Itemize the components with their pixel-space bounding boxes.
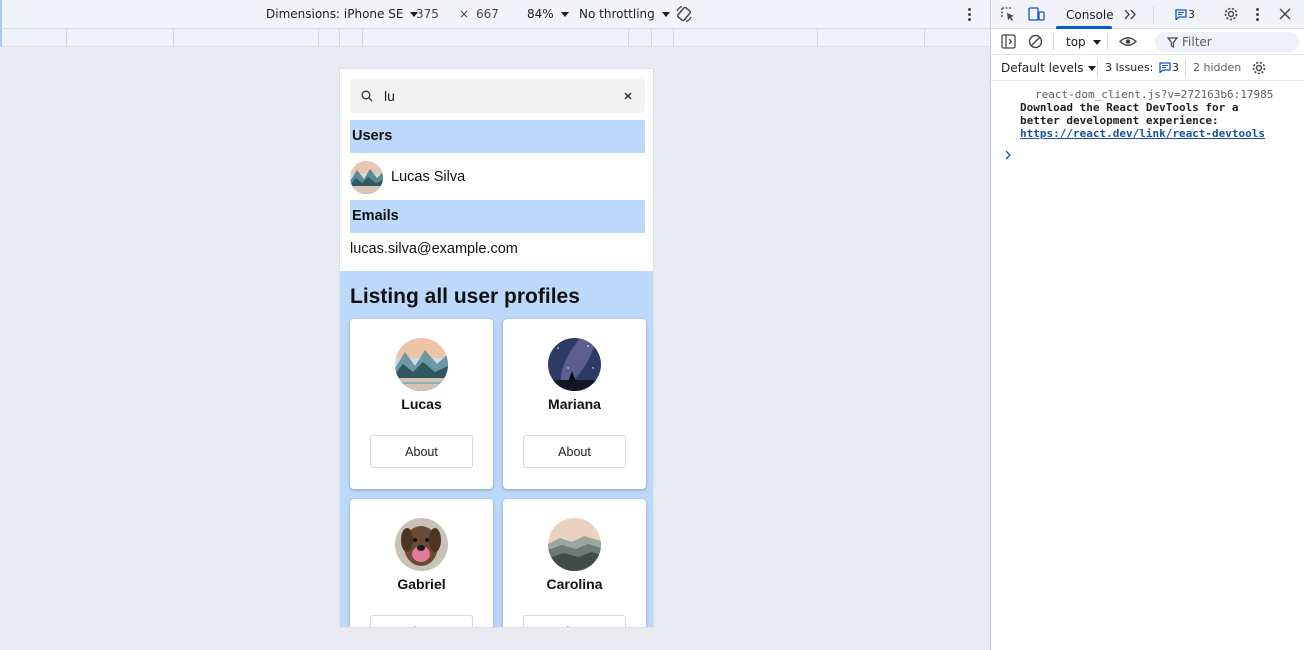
device-toggle-icon[interactable] (1028, 7, 1045, 22)
hidden-count: 2 hidden (1193, 61, 1242, 74)
ruler-tick[interactable] (628, 29, 629, 46)
levels-label: Default levels (1001, 61, 1084, 75)
levels-select[interactable]: Default levels (1001, 61, 1097, 75)
profiles-section: Listing all user profiles Lucas About Ma… (340, 271, 653, 627)
email-result-item[interactable]: lucas.silva@example.com (350, 241, 518, 257)
emails-section-header: Emails (350, 200, 645, 233)
rotate-icon[interactable] (675, 5, 693, 23)
dimension-separator: × (459, 7, 470, 21)
ruler-tick[interactable] (362, 29, 363, 46)
media-query-ruler (0, 29, 990, 47)
divider (1107, 34, 1108, 50)
chevron-down-icon (1092, 39, 1101, 45)
avatar (395, 338, 448, 391)
about-button[interactable]: About (523, 435, 626, 468)
viewport-height-input[interactable]: 667 (476, 7, 499, 21)
search-bar (350, 79, 645, 113)
ruler-tick[interactable] (924, 29, 925, 46)
gear-icon[interactable] (1223, 6, 1239, 22)
divider (1053, 34, 1054, 50)
divider (1153, 6, 1154, 23)
user-result-name: Lucas Silva (391, 169, 466, 185)
console-message-link[interactable]: https://react.dev/link/react-devtools (1020, 127, 1265, 140)
zoom-label: 84% (527, 7, 554, 21)
issues-icon[interactable] (1159, 62, 1171, 73)
more-tabs-icon[interactable] (1124, 9, 1137, 20)
device-dimensions-label: Dimensions: iPhone SE (266, 7, 404, 21)
avatar (395, 518, 448, 571)
divider (1097, 60, 1098, 76)
console-levels-bar: Default levels 3 Issues: 3 2 hidden (991, 55, 1304, 81)
throttling-select[interactable]: No throttling (579, 7, 670, 21)
tab-console[interactable]: Console (1066, 8, 1114, 22)
console-message-line: better development experience: (1020, 114, 1219, 127)
avatar (350, 160, 383, 194)
ruler-tick[interactable] (817, 29, 818, 46)
ruler-tick[interactable] (318, 29, 319, 46)
search-icon (361, 90, 373, 102)
avatar (548, 338, 601, 391)
page-title: Listing all user profiles (350, 285, 580, 308)
console-prompt-icon[interactable] (1004, 150, 1012, 160)
user-result-item[interactable]: Lucas Silva (350, 160, 465, 194)
chevron-down-icon (560, 11, 569, 17)
ruler-tick[interactable] (173, 29, 174, 46)
device-dimensions-select[interactable]: Dimensions: iPhone SE (266, 7, 419, 21)
clear-console-icon[interactable] (1028, 34, 1043, 49)
context-select[interactable]: top (1066, 35, 1101, 49)
device-toolbar: Dimensions: iPhone SE 375 × 667 84% No t… (0, 0, 990, 29)
gear-icon[interactable] (1251, 60, 1267, 76)
console-message-source[interactable]: react-dom_client.js?v=272163b6:17985 (1035, 88, 1273, 101)
console-toolbar: top Filter (991, 29, 1304, 55)
about-button[interactable]: About (370, 435, 473, 468)
inspect-element-icon[interactable] (1001, 7, 1016, 22)
profile-card: Carolina About (503, 499, 646, 627)
ruler-tick[interactable] (66, 29, 67, 46)
about-button[interactable]: About (370, 615, 473, 627)
divider (1185, 60, 1186, 76)
context-label: top (1066, 35, 1086, 49)
ruler-tick[interactable] (339, 29, 340, 46)
devtools-panel: Console 3 top Filter Default levels 3 Is… (990, 0, 1304, 650)
chevron-down-icon (1088, 65, 1097, 71)
about-button[interactable]: About (523, 615, 626, 627)
avatar (548, 518, 601, 571)
profile-name: Lucas (401, 396, 442, 412)
ruler-tick[interactable] (673, 29, 674, 46)
filter-placeholder: Filter (1182, 35, 1212, 49)
ruler-tick[interactable] (651, 29, 652, 46)
device-viewport: Users Lucas Silva Emails lucas.silva@exa… (339, 68, 654, 628)
profile-card: Lucas About (350, 319, 493, 489)
users-section-header: Users (350, 120, 645, 153)
filter-icon (1167, 37, 1178, 48)
issues-badge-count: 3 (1188, 8, 1195, 21)
chevron-down-icon (661, 11, 670, 17)
profile-card: Gabriel About (350, 499, 493, 627)
close-icon[interactable] (621, 89, 635, 103)
console-message-line: Download the React DevTools for a (1020, 101, 1239, 114)
more-options-icon[interactable] (963, 7, 975, 23)
profile-name: Gabriel (397, 576, 446, 592)
issues-icon[interactable] (1175, 9, 1187, 20)
sidebar-toggle-icon[interactable] (1001, 34, 1016, 49)
filter-input[interactable]: Filter (1155, 32, 1299, 52)
profile-name: Carolina (546, 576, 603, 592)
profile-name: Mariana (548, 396, 601, 412)
more-options-icon[interactable] (1253, 7, 1261, 23)
devtools-tab-bar: Console 3 (991, 0, 1304, 29)
profile-card: Mariana About (503, 319, 646, 489)
zoom-select[interactable]: 84% (527, 7, 569, 21)
close-icon[interactable] (1279, 8, 1291, 20)
throttling-label: No throttling (579, 7, 655, 21)
issues-label[interactable]: 3 Issues: (1105, 61, 1153, 74)
viewport-width-input[interactable]: 375 (416, 7, 439, 21)
eye-icon[interactable] (1119, 35, 1137, 48)
issues-count: 3 (1172, 61, 1179, 74)
search-input[interactable] (384, 86, 604, 106)
